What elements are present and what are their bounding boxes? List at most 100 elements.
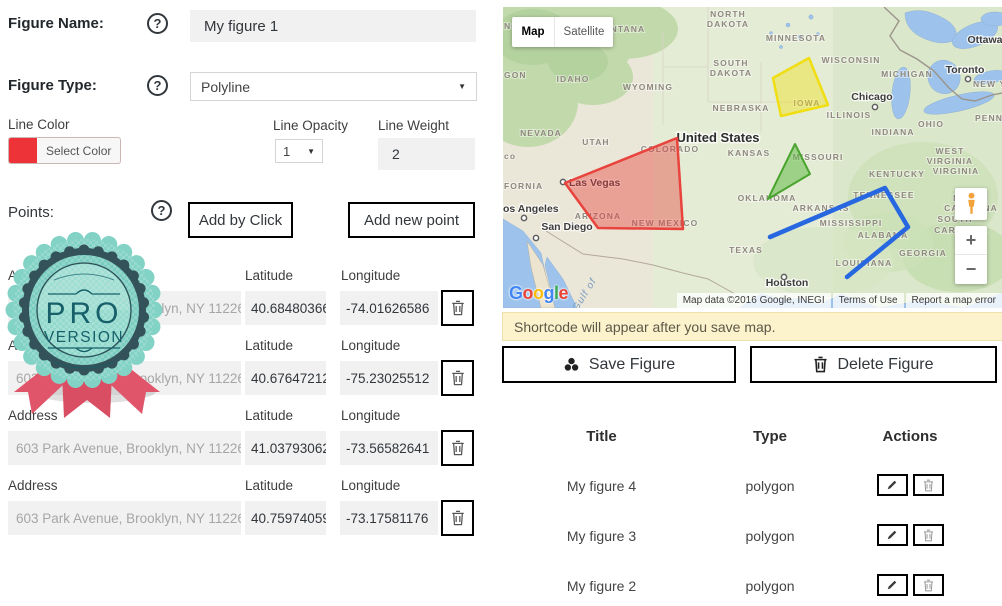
delete-figure-row-button[interactable] <box>913 524 944 546</box>
line-weight-input[interactable]: 2 <box>378 138 475 170</box>
delete-figure-row-button[interactable] <box>913 574 944 596</box>
map-type-map-button[interactable]: Map <box>512 17 555 47</box>
latitude-input[interactable]: 40.67647212 <box>245 361 326 395</box>
trash-icon <box>451 300 465 316</box>
zoom-out-button[interactable]: − <box>955 255 987 283</box>
delete-point-button[interactable] <box>441 430 474 466</box>
pro-version-badge: PRO VERSION <box>2 226 172 421</box>
map-label: GON <box>504 70 527 80</box>
map-label: NEVADA <box>520 128 562 138</box>
delete-point-button[interactable] <box>441 360 474 396</box>
longitude-header: Longitude <box>341 478 400 493</box>
trash-icon <box>451 510 465 526</box>
add-new-point-button[interactable]: Add new point <box>348 202 475 238</box>
map-label: os Angeles <box>503 203 559 215</box>
chevron-down-icon: ▼ <box>458 82 466 91</box>
latitude-header: Latitude <box>245 338 293 353</box>
title-column-header: Title <box>503 428 700 445</box>
map-label: UTAH <box>582 137 609 147</box>
longitude-input[interactable]: -73.17581176 <box>340 501 438 535</box>
map-tiles: NGMONTANANORTHDAKOTAMINNESOTAGONIDAHOWYO… <box>503 7 1002 308</box>
figure-table-row: My figure 3 polygon <box>503 524 983 550</box>
map-label: OKLAHOMA <box>738 193 797 203</box>
delete-figure-row-button[interactable] <box>913 474 944 496</box>
latitude-input[interactable]: 40.75974059 <box>245 501 326 535</box>
line-opacity-select[interactable]: 1 ▼ <box>275 139 323 163</box>
map-label: FORNIA <box>504 181 543 191</box>
color-picker-button[interactable]: Select Color <box>8 137 121 164</box>
map-label: VIRGINIA <box>933 166 980 176</box>
help-icon[interactable]: ? <box>147 13 168 34</box>
figure-name-input[interactable]: My figure 1 <box>190 10 476 42</box>
map-label: PENNSYLVANIA <box>975 113 1002 123</box>
delete-point-button[interactable] <box>441 290 474 326</box>
figures-table-header: Title Type Actions <box>503 428 983 448</box>
add-by-click-button[interactable]: Add by Click <box>188 202 293 238</box>
map-label: INDIANA <box>871 127 914 137</box>
pegman-control[interactable] <box>955 188 987 220</box>
map-figure-editor-page: Figure Name: ? My figure 1 Figure Type: … <box>0 0 1002 606</box>
map-label: GEORGIA <box>899 248 947 258</box>
longitude-input[interactable]: -73.56582641 <box>340 431 438 465</box>
actions-column-header: Actions <box>840 428 980 445</box>
google-logo[interactable]: Google <box>509 283 568 304</box>
map-label: KENTUCKY <box>869 169 925 179</box>
map-label: SOUTH <box>713 58 748 68</box>
map-label: ILLINOIS <box>827 110 872 120</box>
zoom-in-button[interactable]: + <box>955 226 987 255</box>
map-type-satellite-button[interactable]: Satellite <box>555 17 613 47</box>
map-label: MISSISSIPPI <box>820 218 883 228</box>
save-figure-button[interactable]: Save Figure <box>502 346 736 383</box>
latitude-input[interactable]: 40.68480366 <box>245 291 326 325</box>
line-opacity-value: 1 <box>283 144 290 159</box>
figure-actions <box>840 574 980 596</box>
line-opacity-label: Line Opacity <box>273 118 348 133</box>
city-marker <box>533 235 538 240</box>
longitude-input[interactable]: -75.23025512 <box>340 361 438 395</box>
terms-of-use-link[interactable]: Terms of Use <box>833 293 904 308</box>
map-label: co <box>504 151 516 161</box>
badge-line1: PRO <box>45 297 122 330</box>
color-swatch <box>9 138 37 163</box>
latitude-input[interactable]: 41.03793062 <box>245 431 326 465</box>
figure-table-row: My figure 2 polygon <box>503 574 983 600</box>
shortcode-notice: Shortcode will appear after you save map… <box>502 312 1002 341</box>
type-column-header: Type <box>700 428 840 445</box>
select-color-label: Select Color <box>37 138 120 163</box>
figure-title: My figure 4 <box>503 478 700 494</box>
map-label: NEBRASKA <box>713 103 770 113</box>
address-input[interactable]: 603 Park Avenue, Brooklyn, NY 11226 <box>8 501 241 535</box>
map-label: DAKOTA <box>707 19 749 29</box>
figure-type-label: Figure Type: <box>8 77 97 94</box>
map-type-control: Map Satellite <box>512 17 613 47</box>
help-icon[interactable]: ? <box>147 75 168 96</box>
delete-point-button[interactable] <box>441 500 474 536</box>
map-label: KANSAS <box>728 148 771 158</box>
map-canvas[interactable]: NGMONTANANORTHDAKOTAMINNESOTAGONIDAHOWYO… <box>503 7 1002 308</box>
pegman-icon <box>965 192 978 216</box>
map-label: DAKOTA <box>710 68 752 78</box>
edit-figure-button[interactable] <box>877 574 908 596</box>
address-input[interactable]: 603 Park Avenue, Brooklyn, NY 11226 <box>8 431 241 465</box>
pencil-icon <box>886 579 898 591</box>
city-marker <box>965 76 970 81</box>
figure-type-value: Polyline <box>201 79 250 95</box>
map-label: VIRGINIA <box>927 156 974 166</box>
map-attribution: Map data ©2016 Google, INEGI Terms of Us… <box>675 293 1002 308</box>
map-label: IDAHO <box>557 74 590 84</box>
figure-actions <box>840 474 980 496</box>
longitude-input[interactable]: -74.01626586 <box>340 291 438 325</box>
longitude-header: Longitude <box>341 408 400 423</box>
figure-title: My figure 2 <box>503 578 700 594</box>
report-map-error-link[interactable]: Report a map error <box>906 293 1002 308</box>
map-label: San Diego <box>541 221 592 233</box>
pencil-icon <box>886 529 898 541</box>
points-label: Points: <box>8 204 54 221</box>
figure-type-select[interactable]: Polyline ▼ <box>190 72 477 101</box>
help-icon[interactable]: ? <box>151 200 172 221</box>
map-label: United States <box>676 130 759 145</box>
delete-figure-button[interactable]: Delete Figure <box>750 346 997 383</box>
edit-figure-button[interactable] <box>877 524 908 546</box>
edit-figure-button[interactable] <box>877 474 908 496</box>
map-label: WISCONSIN <box>821 55 880 65</box>
